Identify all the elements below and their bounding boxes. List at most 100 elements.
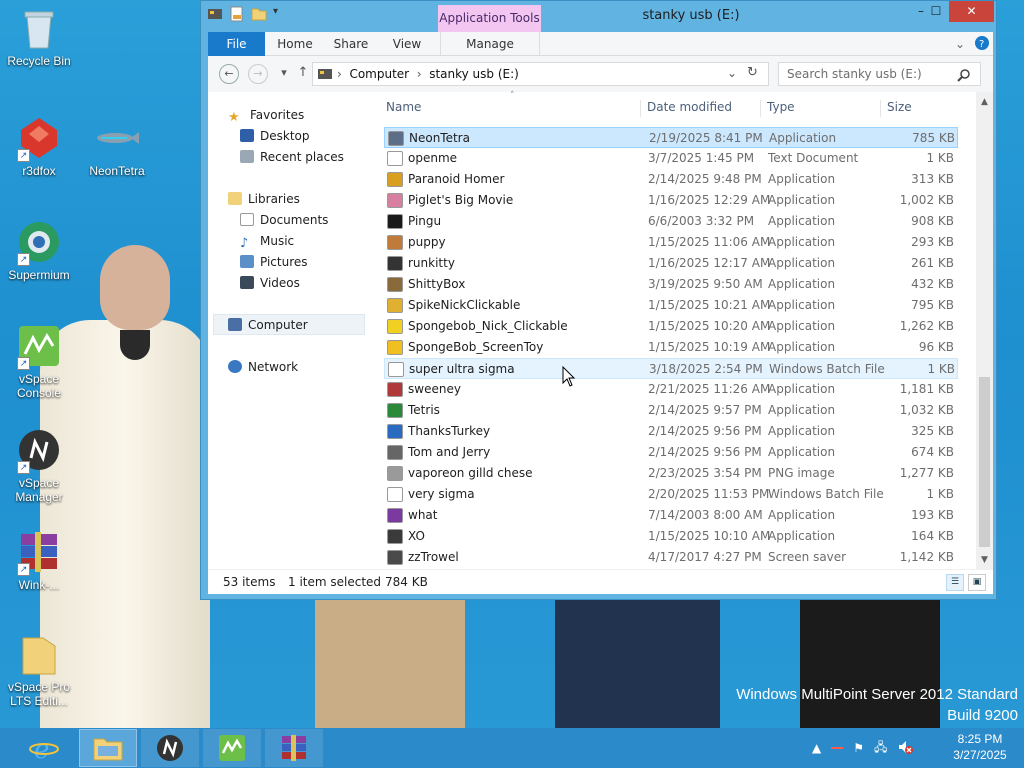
file-row[interactable]: openme 3/7/2025 1:45 PM Text Document 1 KB <box>384 148 958 169</box>
nav-network[interactable]: Network <box>228 357 298 378</box>
taskbar-file-explorer[interactable] <box>79 729 137 767</box>
drive-icon[interactable] <box>207 6 223 22</box>
refresh-icon[interactable]: ↻ <box>747 65 758 80</box>
chevron-down-icon[interactable]: ▾ <box>273 6 289 22</box>
application-tools-context-tab[interactable]: Application Tools <box>438 5 541 32</box>
column-divider[interactable] <box>880 100 881 117</box>
desktop-icon-neontetra[interactable]: NeonTetra <box>78 116 156 178</box>
file-size: 1 KB <box>926 151 954 165</box>
column-divider[interactable] <box>760 100 761 117</box>
file-row[interactable]: SpongeBob_ScreenToy 1/15/2025 10:19 AM App… <box>384 337 958 358</box>
file-row[interactable]: Spongebob_Nick_Clickable 1/15/2025 10:20 … <box>384 316 958 337</box>
taskbar-internet-explorer[interactable]: e <box>15 729 73 767</box>
file-size: 1,262 KB <box>899 319 954 333</box>
new-folder-icon[interactable] <box>251 6 267 22</box>
action-center-flag-icon[interactable]: ⚑ <box>853 741 864 755</box>
column-date-modified[interactable]: Date modified <box>647 100 732 114</box>
file-row[interactable]: NeonTetra 2/19/2025 8:41 PM Application 785… <box>384 127 958 148</box>
desktop-icon-label: vSpace Console <box>16 372 62 400</box>
tab-home[interactable]: Home <box>273 32 317 56</box>
expand-ribbon-chevron-icon[interactable]: ⌄ <box>953 32 967 56</box>
file-row[interactable]: Paranoid Homer 2/14/2025 9:48 PM Applicati… <box>384 169 958 190</box>
network-icon[interactable]: 🖧 <box>874 738 887 759</box>
file-type: Windows Batch File <box>769 362 885 376</box>
nav-documents[interactable]: Documents <box>240 210 328 231</box>
tab-share[interactable]: Share <box>330 32 372 56</box>
nav-desktop[interactable]: Desktop <box>240 126 310 147</box>
network-status-icon[interactable] <box>831 747 844 749</box>
maximize-button[interactable]: ☐ <box>921 1 951 22</box>
libraries-icon <box>228 192 242 205</box>
nav-favorites[interactable]: ★ Favorites <box>228 105 304 126</box>
column-name[interactable]: Name <box>386 100 421 114</box>
column-divider[interactable] <box>640 100 641 117</box>
scroll-up-arrow-icon[interactable]: ▲ <box>976 94 993 111</box>
desktop-icon-supermium[interactable]: ↗ Supermium <box>0 220 78 282</box>
help-icon[interactable]: ? <box>973 32 991 56</box>
large-icons-view-icon[interactable]: ▣ <box>968 574 986 591</box>
tab-file[interactable]: File <box>208 32 265 56</box>
taskbar-vspace-manager[interactable] <box>141 729 199 767</box>
address-field[interactable]: › Computer › stanky usb (E:) ⌄ ↻ <box>312 62 769 86</box>
close-button[interactable]: ✕ <box>949 1 994 22</box>
desktop-icon-wink[interactable]: ↗ Wink-... <box>0 530 78 592</box>
desktop-icon-r3dfox[interactable]: ↗ r3dfox <box>0 116 78 178</box>
column-type[interactable]: Type <box>767 100 795 114</box>
address-dropdown-chevron-icon[interactable]: ⌄ <box>727 66 737 80</box>
up-button[interactable]: ↑ <box>293 64 313 84</box>
file-row[interactable]: sweeney 2/21/2025 11:26 AM Application 1,18… <box>384 379 958 400</box>
file-row[interactable]: Piglet's Big Movie 1/16/2025 12:29 AM Appl… <box>384 190 958 211</box>
show-hidden-icons-chevron-icon[interactable]: ▲ <box>812 741 821 755</box>
documents-icon <box>240 213 254 226</box>
vertical-scrollbar[interactable]: ▲ ▼ <box>976 92 993 569</box>
file-date-modified: 6/6/2003 3:32 PM <box>648 214 755 228</box>
details-view-icon[interactable]: ☰ <box>946 574 964 591</box>
file-row[interactable]: ShittyBox 3/19/2025 9:50 AM Application 432… <box>384 274 958 295</box>
scrollbar-thumb[interactable] <box>979 377 990 547</box>
recent-locations-chevron-icon[interactable]: ▾ <box>274 64 294 84</box>
file-type: Application <box>768 382 836 396</box>
nav-recent-places[interactable]: Recent places <box>240 147 344 168</box>
properties-icon[interactable] <box>229 6 245 22</box>
file-row[interactable]: puppy 1/15/2025 11:06 AM Application 293 KB <box>384 232 958 253</box>
breadcrumb-drive[interactable]: stanky usb (E:) <box>429 67 519 81</box>
nav-music[interactable]: ♪ Music <box>240 231 294 252</box>
nav-pictures[interactable]: Pictures <box>240 252 308 273</box>
breadcrumb-computer[interactable]: Computer <box>349 67 409 81</box>
file-row[interactable]: Tetris 2/14/2025 9:57 PM Application 1,032 … <box>384 400 958 421</box>
column-size[interactable]: Size <box>887 100 912 114</box>
tab-view[interactable]: View <box>388 32 426 56</box>
file-row[interactable]: zzTrowel 4/17/2017 4:27 PM Screen saver 1,1… <box>384 547 958 568</box>
scroll-down-arrow-icon[interactable]: ▼ <box>976 552 993 569</box>
nav-libraries[interactable]: Libraries <box>228 189 300 210</box>
file-row[interactable]: runkitty 1/16/2025 12:17 AM Application 261… <box>384 253 958 274</box>
file-row[interactable]: XO 1/15/2025 10:10 AM Application 164 KB <box>384 526 958 547</box>
back-button[interactable]: ← <box>219 64 239 84</box>
volume-muted-icon[interactable] <box>897 739 914 758</box>
file-row[interactable]: Pingu 6/6/2003 3:32 PM Application 908 KB <box>384 211 958 232</box>
file-row[interactable]: what 7/14/2003 8:00 AM Application 193 KB <box>384 505 958 526</box>
search-input[interactable]: Search stanky usb (E:) <box>778 62 981 86</box>
file-row[interactable]: very sigma 2/20/2025 11:53 PM Windows Batc… <box>384 484 958 505</box>
file-row[interactable]: SpikeNickClickable 1/15/2025 10:21 AM Appl… <box>384 295 958 316</box>
file-row[interactable]: ThanksTurkey 2/14/2025 9:56 PM Application… <box>384 421 958 442</box>
file-row[interactable]: vaporeon gilld chese 2/23/2025 3:54 PM PNG… <box>384 463 958 484</box>
file-type: PNG image <box>768 466 835 480</box>
taskbar-clock[interactable]: 8:25 PM 3/27/2025 <box>940 731 1020 763</box>
file-type-icon <box>387 319 403 334</box>
nav-videos[interactable]: Videos <box>240 273 300 294</box>
file-type-icon <box>387 235 403 250</box>
forward-button[interactable]: → <box>248 64 268 84</box>
desktop-icon-vspace-pro[interactable]: vSpace Pro LTS Editi... <box>0 632 78 708</box>
desktop-icon-vspace-manager[interactable]: ↗ vSpace Manager <box>0 428 78 504</box>
tab-manage[interactable]: Manage <box>440 32 540 56</box>
desktop-icon-recycle-bin[interactable]: Recycle Bin <box>0 6 78 68</box>
taskbar-vspace-console[interactable] <box>203 729 261 767</box>
title-bar[interactable]: ▾ Application Tools stanky usb (E:) – ☐ … <box>201 1 996 32</box>
file-row[interactable]: Tom and Jerry 2/14/2025 9:56 PM Applicatio… <box>384 442 958 463</box>
taskbar-winrar[interactable] <box>265 729 323 767</box>
desktop-icon-vspace-console[interactable]: ↗ vSpace Console <box>0 324 78 400</box>
explorer-window[interactable]: ▾ Application Tools stanky usb (E:) – ☐ … <box>200 0 997 600</box>
file-row[interactable]: super ultra sigma 3/18/2025 2:54 PM Window… <box>384 358 958 379</box>
nav-computer[interactable]: Computer <box>213 314 365 335</box>
